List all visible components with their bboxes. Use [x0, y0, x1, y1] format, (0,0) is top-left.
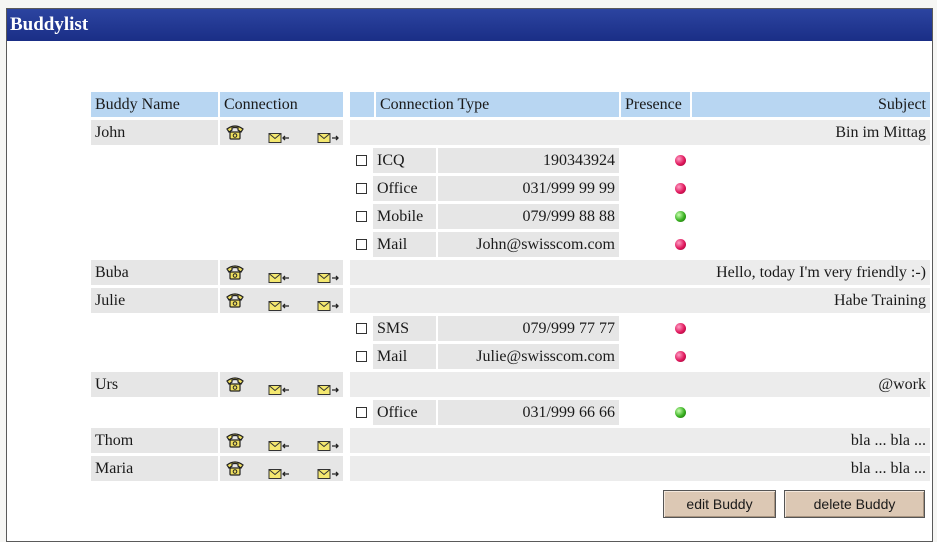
buddy-subject: Bin im Mittag [350, 120, 930, 145]
connection-type: Office [373, 176, 436, 201]
presence-online-icon [675, 407, 686, 418]
checkbox-cell [350, 400, 374, 425]
presence-cell [621, 400, 690, 425]
telephone-icon[interactable] [225, 375, 245, 400]
connection-icons [220, 372, 343, 397]
checkbox-cell [350, 176, 374, 201]
presence-online-icon [675, 211, 686, 222]
connection-value: John@swisscom.com [438, 232, 619, 257]
connection-checkbox[interactable] [356, 155, 367, 166]
connection-value: 079/999 88 88 [438, 204, 619, 229]
connection-icons [220, 428, 343, 453]
connection-row: SMS 079/999 77 77 [91, 316, 930, 344]
connection-type: Mail [373, 232, 436, 257]
presence-cell [621, 344, 690, 369]
connection-icons [220, 120, 343, 145]
connection-value: 031/999 66 66 [438, 400, 619, 425]
connection-icons [220, 260, 343, 285]
header-subject: Subject [692, 92, 930, 117]
buddy-name: John [91, 120, 218, 145]
connection-type: Office [373, 400, 436, 425]
header-checkbox-column [350, 92, 374, 117]
buddylist-window: Buddylist Buddy Name Connection Connecti… [6, 8, 933, 542]
connection-icons [220, 288, 343, 313]
connection-checkbox[interactable] [356, 407, 367, 418]
buddy-row[interactable]: Thom bla ... bla ... [91, 428, 930, 456]
connection-row: Mail Julie@swisscom.com [91, 344, 930, 372]
checkbox-cell [350, 316, 374, 341]
connection-value: Julie@swisscom.com [438, 344, 619, 369]
connection-checkbox[interactable] [356, 183, 367, 194]
connection-value: 190343924 [438, 148, 619, 173]
outgoing-mail-icon[interactable] [317, 463, 341, 488]
header-connection-type: Connection Type [376, 92, 619, 117]
window-title: Buddylist [7, 9, 932, 41]
presence-offline-icon [675, 155, 686, 166]
checkbox-cell [350, 344, 374, 369]
connection-type: SMS [373, 316, 436, 341]
header-presence: Presence [621, 92, 690, 117]
buddy-subject: @work [350, 372, 930, 397]
connection-row: Office 031/999 99 99 [91, 176, 930, 204]
telephone-icon[interactable] [225, 291, 245, 316]
buddy-name: Julie [91, 288, 218, 313]
connection-value: 079/999 77 77 [438, 316, 619, 341]
presence-offline-icon [675, 183, 686, 194]
incoming-mail-icon[interactable] [268, 463, 292, 488]
connection-checkbox[interactable] [356, 351, 367, 362]
connection-checkbox[interactable] [356, 323, 367, 334]
table-header-row: Buddy Name Connection Connection Type Pr… [91, 92, 930, 120]
buddy-table: Buddy Name Connection Connection Type Pr… [91, 92, 930, 484]
presence-cell [621, 148, 690, 173]
telephone-icon[interactable] [225, 459, 245, 484]
connection-type: ICQ [373, 148, 436, 173]
buddy-subject: Habe Training [350, 288, 930, 313]
buddy-subject: Hello, today I'm very friendly :-) [350, 260, 930, 285]
connection-row: Office 031/999 66 66 [91, 400, 930, 428]
presence-cell [621, 316, 690, 341]
checkbox-cell [350, 204, 374, 229]
presence-offline-icon [675, 351, 686, 362]
connection-type: Mobile [373, 204, 436, 229]
connection-row: ICQ 190343924 [91, 148, 930, 176]
connection-checkbox[interactable] [356, 239, 367, 250]
connection-row: Mobile 079/999 88 88 [91, 204, 930, 232]
checkbox-cell [350, 148, 374, 173]
telephone-icon[interactable] [225, 123, 245, 148]
buddy-subject: bla ... bla ... [350, 428, 930, 453]
connection-type: Mail [373, 344, 436, 369]
buddy-row[interactable]: Julie Habe Training [91, 288, 930, 316]
buddy-row[interactable]: John Bin im Mittag [91, 120, 930, 148]
presence-cell [621, 204, 690, 229]
edit-buddy-button[interactable]: edit Buddy [663, 490, 776, 518]
connection-icons [220, 456, 343, 481]
presence-offline-icon [675, 239, 686, 250]
buddy-name: Urs [91, 372, 218, 397]
presence-offline-icon [675, 323, 686, 334]
buddy-row[interactable]: Urs @work [91, 372, 930, 400]
buddy-name: Maria [91, 456, 218, 481]
header-buddy-name: Buddy Name [91, 92, 218, 117]
checkbox-cell [350, 232, 374, 257]
buddy-name: Thom [91, 428, 218, 453]
connection-value: 031/999 99 99 [438, 176, 619, 201]
buddy-subject: bla ... bla ... [350, 456, 930, 481]
buddy-row[interactable]: Buba Hello, today I'm very friendly :-) [91, 260, 930, 288]
telephone-icon[interactable] [225, 431, 245, 456]
telephone-icon[interactable] [225, 263, 245, 288]
connection-row: Mail John@swisscom.com [91, 232, 930, 260]
presence-cell [621, 232, 690, 257]
delete-buddy-button[interactable]: delete Buddy [784, 490, 925, 518]
connection-checkbox[interactable] [356, 211, 367, 222]
presence-cell [621, 176, 690, 201]
buddy-name: Buba [91, 260, 218, 285]
buddy-row[interactable]: Maria bla ... bla ... [91, 456, 930, 484]
header-connection: Connection [220, 92, 343, 117]
